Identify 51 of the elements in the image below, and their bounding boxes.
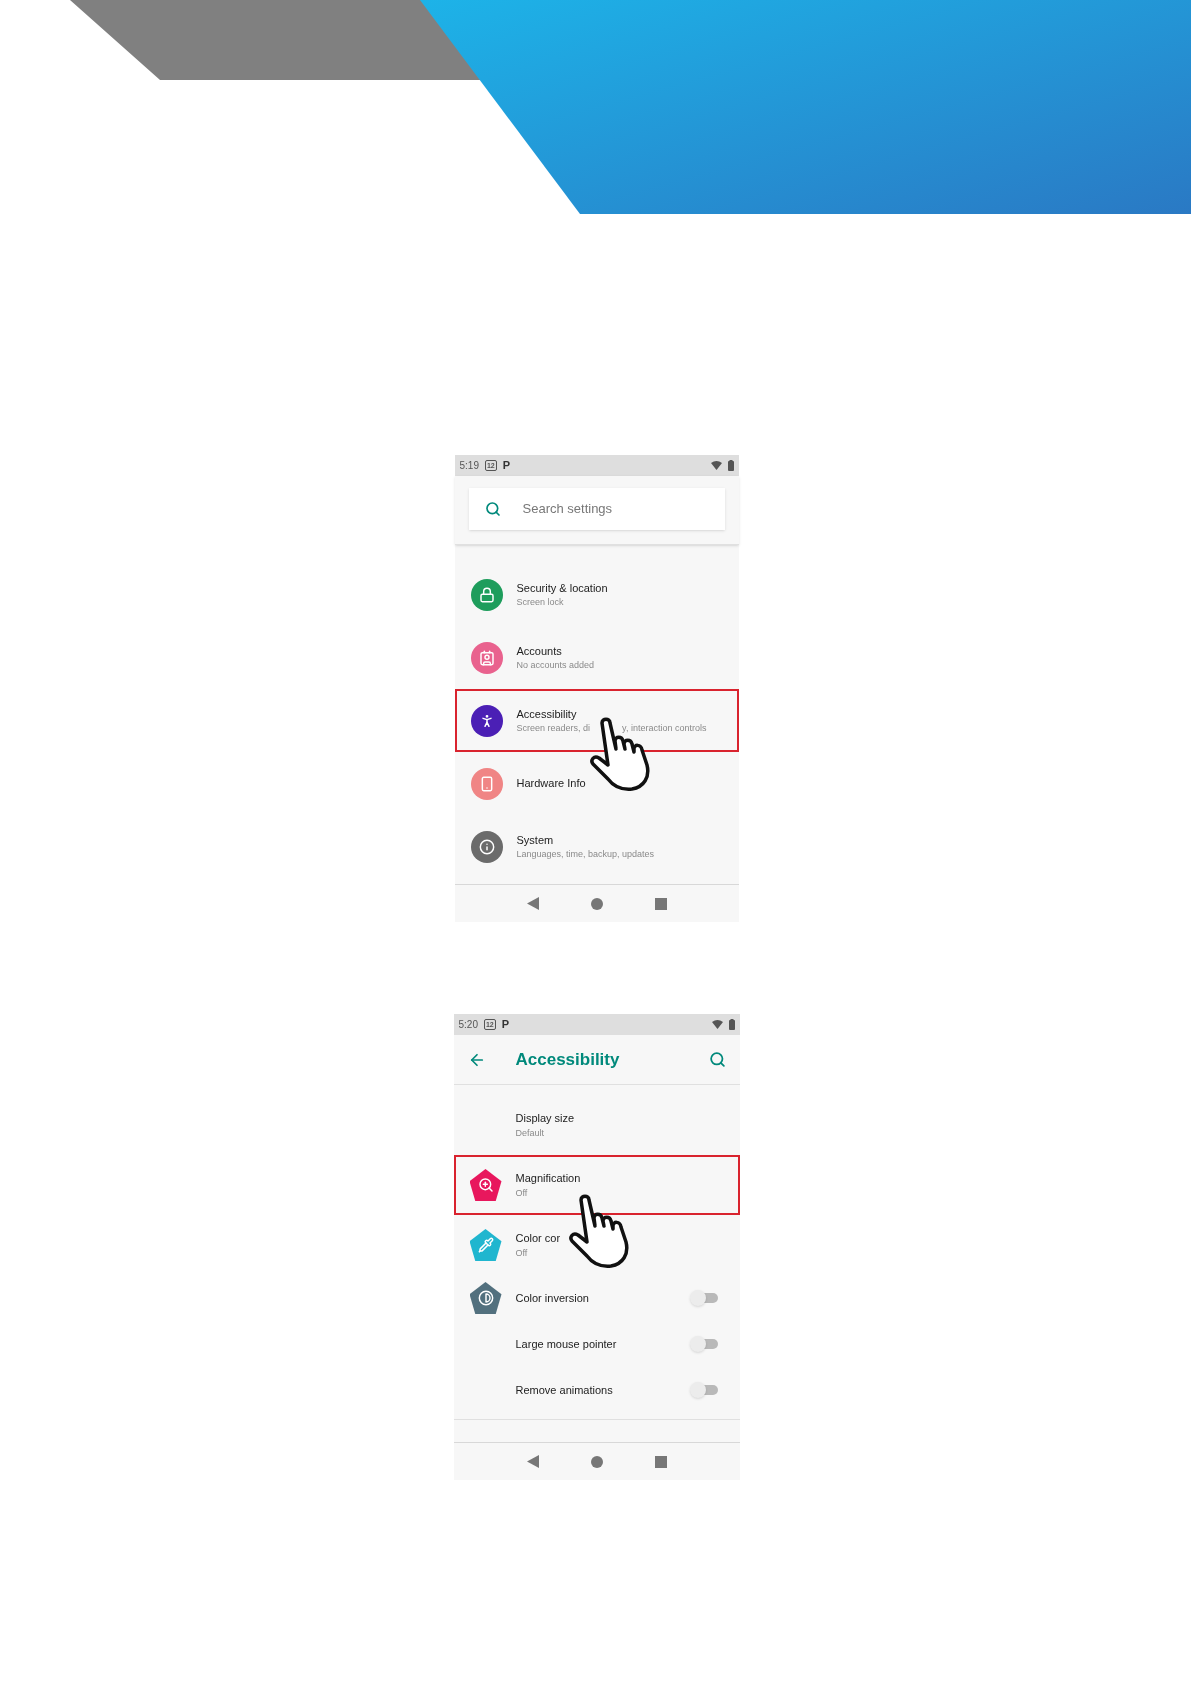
settings-row[interactable]: System Languages, time, backup, updates	[454, 815, 739, 878]
row-title: Color inversion	[515, 1290, 589, 1306]
toggle-switch[interactable]	[691, 1339, 718, 1349]
row-subtitle: Screen lock	[516, 596, 564, 609]
row-title: Accessibility	[516, 706, 577, 722]
row-title: Large mouse pointer	[515, 1336, 617, 1352]
settings-row[interactable]: Hardware Info	[454, 752, 739, 815]
home-icon[interactable]	[590, 897, 603, 910]
hand-pointer-icon	[566, 1194, 631, 1268]
row-subtitle: Off	[515, 1246, 528, 1260]
settings-row[interactable]: Color cor Off	[453, 1215, 740, 1275]
back-icon[interactable]	[526, 1455, 539, 1468]
home-icon[interactable]	[590, 1455, 603, 1468]
toggle-switch[interactable]	[691, 1385, 718, 1395]
row-subtitle: Languages, time, backup, updates	[516, 848, 655, 861]
row-title: Color cor	[515, 1231, 561, 1246]
row-title: System	[516, 832, 554, 848]
row-title: Security & location	[516, 580, 608, 596]
notification-letter: P	[502, 458, 511, 474]
battery-icon	[727, 460, 734, 471]
recents-icon[interactable]	[654, 1455, 667, 1468]
row-title: Hardware Info	[516, 776, 586, 792]
wifi-icon	[710, 461, 722, 470]
wifi-icon	[711, 1020, 723, 1029]
row-title: Accounts	[516, 643, 562, 659]
recents-icon[interactable]	[654, 897, 667, 910]
back-icon[interactable]	[526, 897, 539, 910]
row-title: Remove animations	[515, 1382, 613, 1398]
settings-row[interactable]: Security & location Screen lock	[454, 563, 739, 626]
search-placeholder: Search settings	[522, 500, 613, 519]
row-title: Display size	[515, 1111, 575, 1126]
search-icon	[484, 501, 501, 517]
status-time: 5:20	[458, 1018, 478, 1032]
notification-letter: P	[501, 1017, 510, 1033]
search-field[interactable]: Search settings	[468, 488, 725, 530]
row-subtitle: Screen readers, di	[516, 722, 591, 735]
status-time: 5:19	[459, 459, 479, 473]
toggle-switch[interactable]	[691, 1293, 718, 1303]
settings-row[interactable]: Display size Default	[453, 1095, 740, 1155]
settings-row[interactable]: Remove animations	[453, 1367, 740, 1413]
settings-row[interactable]: Large mouse pointer	[453, 1321, 740, 1367]
settings-row[interactable]: Accounts No accounts added	[454, 626, 739, 689]
row-title: Magnification	[515, 1171, 581, 1186]
row-subtitle: y, interaction controls	[622, 722, 707, 735]
row-subtitle: Default	[515, 1126, 545, 1140]
row-subtitle: No accounts added	[516, 659, 595, 672]
search-icon[interactable]	[708, 1051, 726, 1068]
toolbar-title: Accessibility	[515, 1048, 621, 1071]
battery-icon	[728, 1019, 735, 1030]
settings-row[interactable]: Color inversion	[453, 1275, 740, 1321]
row-subtitle: Off	[515, 1186, 528, 1200]
